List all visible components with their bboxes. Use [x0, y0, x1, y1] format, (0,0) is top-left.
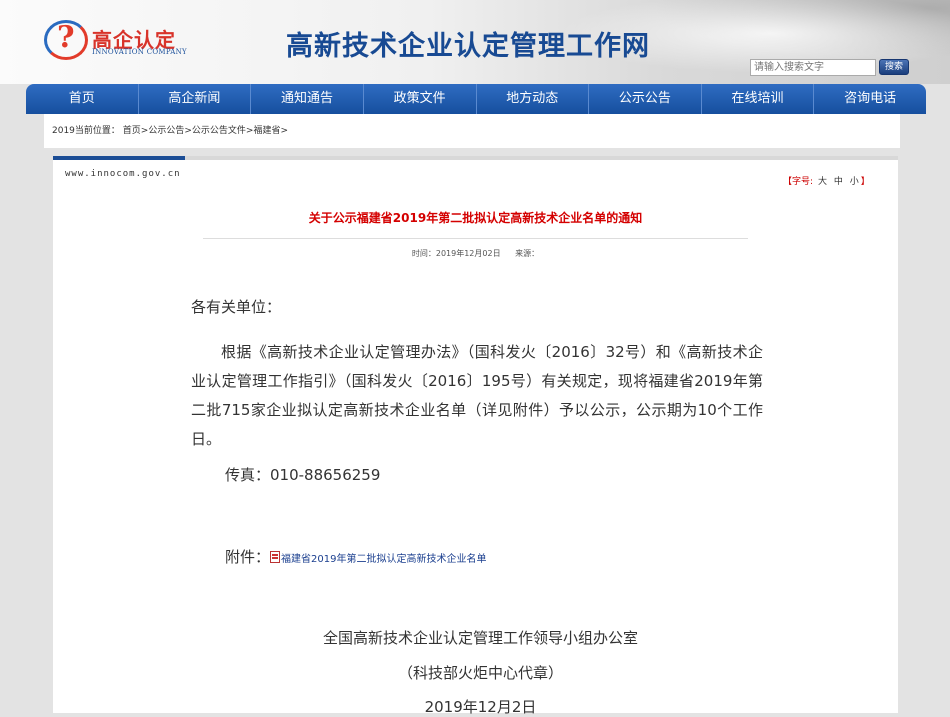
article-meta: 时间：2019年12月02日 来源：: [53, 248, 898, 259]
font-size-small[interactable]: 小: [850, 177, 859, 187]
font-size-label: 字号:: [792, 177, 814, 187]
nav-item-announcements[interactable]: 公示公告: [589, 84, 702, 114]
panel-top-accent: [53, 156, 185, 160]
breadcrumb-link-fujian[interactable]: 福建省: [253, 126, 280, 136]
publish-time: 时间：2019年12月02日: [411, 249, 501, 258]
font-size-switcher: 【字号: 大 中 小】: [783, 174, 870, 187]
main-nav: 首页 高企新闻 通知通告 政策文件 地方动态 公示公告 在线培训 咨询电话: [26, 84, 926, 114]
site-domain: www.innocom.gov.cn: [65, 169, 181, 179]
site-header: ? 高企认定 INNOVATION COMPANY 高新技术企业认定管理工作网 …: [0, 0, 950, 84]
breadcrumb-link-announcement-files[interactable]: 公示公告文件: [192, 126, 246, 136]
breadcrumb-separator: >: [184, 126, 192, 136]
panel-top-rule: [53, 156, 898, 160]
article-panel: www.innocom.gov.cn 【字号: 大 中 小】 关于公示福建省20…: [53, 156, 898, 716]
bracket-left: 【: [783, 177, 793, 187]
nav-item-news[interactable]: 高企新闻: [139, 84, 252, 114]
salutation: 各有关单位：: [191, 298, 282, 316]
site-logo[interactable]: ? 高企认定 INNOVATION COMPANY: [44, 18, 194, 64]
nav-item-local-news[interactable]: 地方动态: [477, 84, 590, 114]
site-title: 高新技术企业认定管理工作网: [286, 31, 650, 62]
title-divider: [203, 238, 748, 239]
search-input[interactable]: [750, 59, 876, 76]
breadcrumb-link-home[interactable]: 首页: [123, 126, 141, 136]
breadcrumb-prefix: 2019当前位置：: [52, 126, 120, 136]
attachment-link[interactable]: 福建省2019年第二批拟认定高新技术企业名单: [281, 554, 486, 565]
article-paragraph: 根据《高新技术企业认定管理办法》（国科发火〔2016〕32号）和《高新技术企业认…: [191, 343, 763, 448]
font-size-medium[interactable]: 中: [834, 177, 843, 187]
font-size-large[interactable]: 大: [818, 177, 827, 187]
fax-number: 传真：010-88656259: [225, 466, 381, 484]
logo-subtitle: INNOVATION COMPANY: [92, 48, 187, 56]
nav-item-home[interactable]: 首页: [26, 84, 139, 114]
logo-mark-icon: ?: [57, 20, 75, 55]
article-title: 关于公示福建省2019年第二批拟认定高新技术企业名单的通知: [308, 211, 643, 225]
nav-item-notices[interactable]: 通知通告: [251, 84, 364, 114]
file-icon: [270, 551, 281, 563]
attachment-label: 附件：: [225, 548, 271, 566]
signature-org: 全国高新技术企业认定管理工作领导小组办公室: [322, 629, 638, 647]
signature-seal: （科技部火炬中心代章）: [397, 664, 563, 682]
breadcrumb: 2019当前位置： 首页>公示公告>公示公告文件>福建省>: [44, 114, 900, 148]
breadcrumb-separator: >: [280, 126, 289, 136]
signature-date: 2019年12月2日: [424, 698, 537, 716]
search-button[interactable]: 搜索: [879, 59, 909, 75]
nav-item-policy[interactable]: 政策文件: [364, 84, 477, 114]
breadcrumb-link-announcements[interactable]: 公示公告: [148, 126, 184, 136]
source: 来源：: [515, 249, 540, 258]
bracket-right: 】: [860, 177, 870, 187]
attachment: 附件： 福建省2019年第二批拟认定高新技术企业名单: [225, 546, 486, 567]
nav-item-contact[interactable]: 咨询电话: [814, 84, 926, 114]
nav-item-training[interactable]: 在线培训: [702, 84, 815, 114]
